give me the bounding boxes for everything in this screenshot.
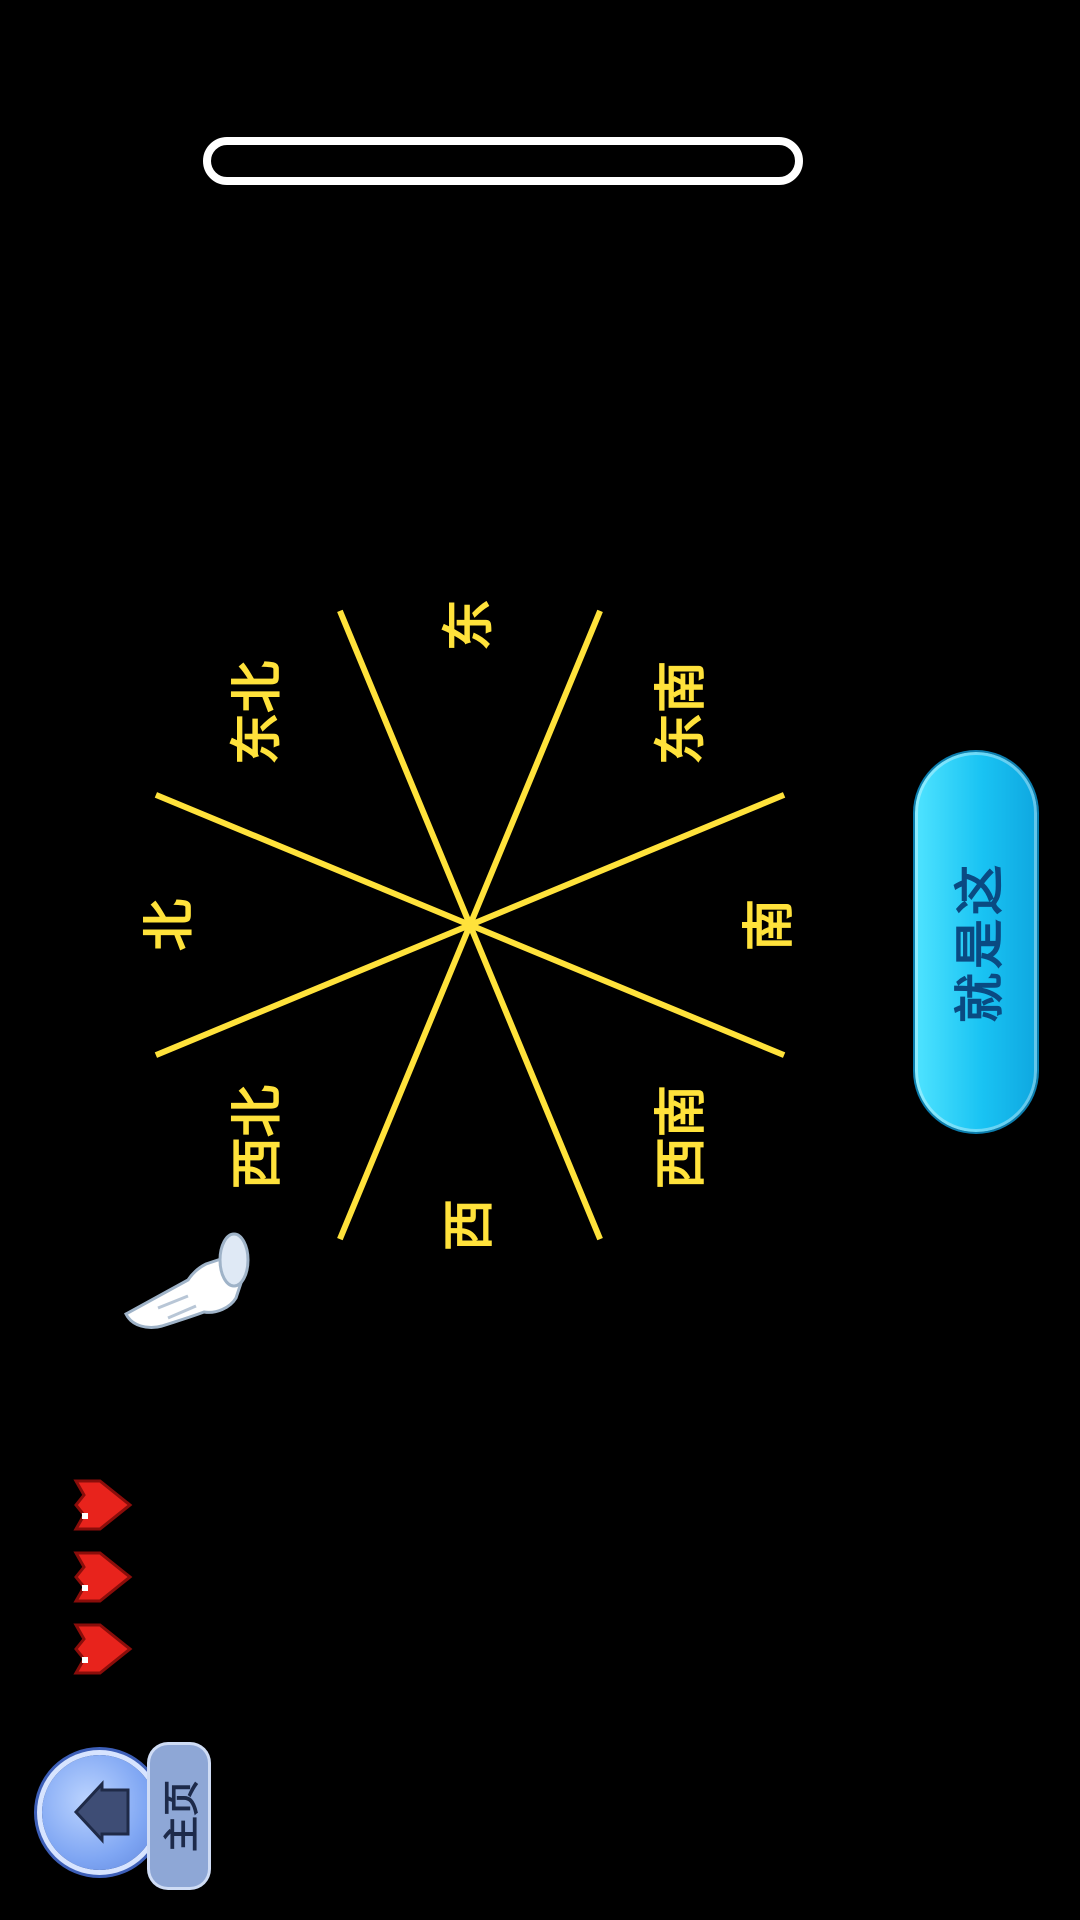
home-tab[interactable]: 主页 [150,1745,208,1887]
direction-label[interactable]: 东北 [228,661,288,765]
home-button[interactable] [42,1755,157,1870]
lives [70,1475,140,1695]
heart-icon [73,1479,133,1531]
pointing-hand-icon [118,1222,253,1332]
house-icon [73,1780,130,1844]
home-label: 主页 [162,1779,203,1853]
direction-label[interactable]: 西 [440,1199,500,1251]
confirm-button[interactable]: 就是这 [915,752,1037,1132]
confirm-button-label: 就是这 [951,861,1009,1023]
direction-label[interactable]: 西北 [228,1085,288,1189]
heart-icon [73,1623,133,1675]
direction-label[interactable]: 南 [740,899,800,951]
heart-icon [73,1551,133,1603]
direction-label[interactable]: 西南 [652,1085,712,1189]
direction-label[interactable]: 东 [440,599,500,651]
direction-label[interactable]: 北 [140,899,200,951]
direction-label[interactable]: 东南 [652,661,712,765]
